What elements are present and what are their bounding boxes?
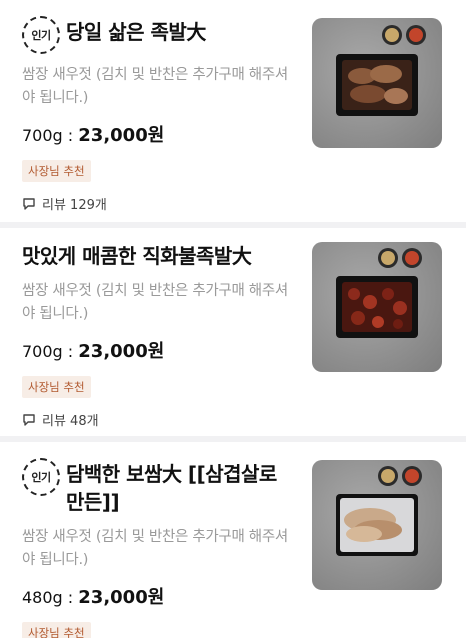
popular-badge: 인기 <box>22 458 60 496</box>
owner-recommend-tag: 사장님 추천 <box>22 376 91 398</box>
menu-item[interactable]: 맛있게 매콤한 직화불족발大 쌈장 새우젓 (김치 및 반찬은 추가구매 해주셔… <box>0 222 466 436</box>
menu-item-info: 맛있게 매콤한 직화불족발大 쌈장 새우젓 (김치 및 반찬은 추가구매 해주셔… <box>22 242 292 429</box>
menu-item-info: 인기 당일 삶은 족발大 쌈장 새우젓 (김치 및 반찬은 추가구매 해주셔야 … <box>22 16 292 213</box>
menu-item-price: 23,000원 <box>78 341 165 362</box>
menu-item-weight: 700g : <box>22 342 79 361</box>
menu-item-weight: 480g : <box>22 588 79 607</box>
menu-item-title-row: 인기 당일 삶은 족발大 <box>22 16 292 54</box>
menu-item-description: 쌈장 새우젓 (김치 및 반찬은 추가구매 해주셔야 됩니다.) <box>22 67 288 106</box>
menu-item-price-line: 480g : 23,000원 <box>22 586 292 610</box>
review-count-label: 리뷰 48개 <box>42 414 99 429</box>
popular-badge: 인기 <box>22 16 60 54</box>
review-count[interactable]: 리뷰 48개 <box>22 410 292 429</box>
menu-item-title-row: 인기 담백한 보쌈大 [[삼겹살로만든]] <box>22 458 292 516</box>
owner-recommend-tag: 사장님 추천 <box>22 160 91 182</box>
menu-item-photo[interactable] <box>312 242 442 372</box>
menu-item-title: 맛있게 매콤한 직화불족발大 <box>22 244 252 268</box>
menu-item-description: 쌈장 새우젓 (김치 및 반찬은 추가구매 해주셔야 됩니다.) <box>22 529 288 568</box>
review-count-label: 리뷰 129개 <box>42 198 107 213</box>
menu-item-title: 당일 삶은 족발大 <box>66 20 206 44</box>
menu-item-weight: 700g : <box>22 126 79 145</box>
menu-item-photo[interactable] <box>312 18 442 148</box>
menu-item-price: 23,000원 <box>78 587 165 608</box>
speech-bubble-icon <box>23 413 35 426</box>
menu-item-title: 담백한 보쌈大 [[삼겹살로만든]] <box>66 462 277 514</box>
menu-item-price: 23,000원 <box>78 125 165 146</box>
menu-item-price-line: 700g : 23,000원 <box>22 124 292 148</box>
menu-item-info: 인기 담백한 보쌈大 [[삼겹살로만든]] 쌈장 새우젓 (김치 및 반찬은 추… <box>22 458 292 638</box>
menu-item-photo[interactable] <box>312 460 442 590</box>
menu-item-description: 쌈장 새우젓 (김치 및 반찬은 추가구매 해주셔야 됩니다.) <box>22 283 288 322</box>
menu-item[interactable]: 인기 담백한 보쌈大 [[삼겹살로만든]] 쌈장 새우젓 (김치 및 반찬은 추… <box>0 436 466 638</box>
owner-recommend-tag: 사장님 추천 <box>22 622 91 638</box>
menu-item-title-row: 맛있게 매콤한 직화불족발大 <box>22 242 292 270</box>
menu-list: 인기 당일 삶은 족발大 쌈장 새우젓 (김치 및 반찬은 추가구매 해주셔야 … <box>0 0 466 638</box>
speech-bubble-icon <box>23 197 35 210</box>
menu-item-price-line: 700g : 23,000원 <box>22 340 292 364</box>
review-count[interactable]: 리뷰 129개 <box>22 194 292 213</box>
menu-item[interactable]: 인기 당일 삶은 족발大 쌈장 새우젓 (김치 및 반찬은 추가구매 해주셔야 … <box>0 0 466 222</box>
